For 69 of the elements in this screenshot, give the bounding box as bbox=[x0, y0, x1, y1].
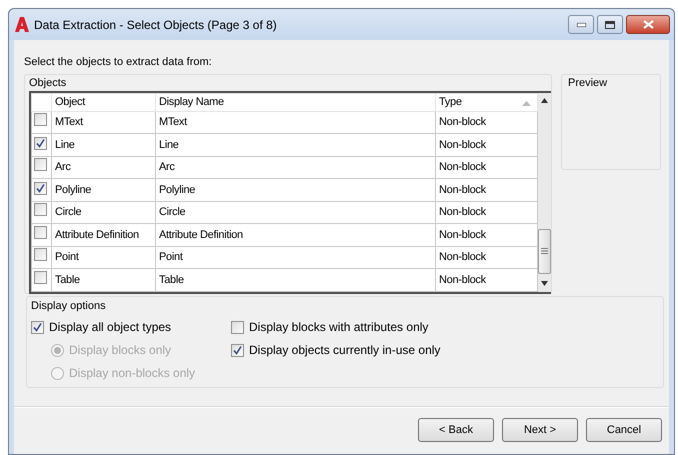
table-cell: Non-block bbox=[436, 156, 538, 178]
column-header[interactable]: Type bbox=[436, 93, 538, 111]
table-cell: Non-block bbox=[436, 224, 538, 246]
instruction-text: Select the objects to extract data from: bbox=[24, 55, 213, 70]
dialog-button[interactable]: < Back bbox=[418, 418, 494, 442]
column-header[interactable]: Object bbox=[52, 93, 156, 111]
checkmark-icon bbox=[33, 322, 42, 332]
group-title: Display options bbox=[30, 300, 107, 314]
option-label: Display all object types bbox=[49, 319, 172, 336]
maximize-button[interactable] bbox=[597, 15, 623, 34]
column-header[interactable]: Display Name bbox=[156, 93, 436, 111]
table-cell: Table bbox=[52, 268, 156, 291]
close-button[interactable] bbox=[626, 15, 670, 34]
table-cell: Polyline bbox=[52, 178, 156, 201]
table-cell: MText bbox=[156, 111, 436, 134]
checkmark-icon bbox=[36, 184, 45, 192]
table-cell: Non-block bbox=[436, 134, 538, 156]
table-cell: Non-block bbox=[436, 201, 538, 224]
table-cell: Point bbox=[52, 246, 156, 268]
table-cell: Non-block bbox=[436, 246, 538, 268]
checkbox[interactable] bbox=[34, 248, 47, 261]
close-icon bbox=[642, 20, 654, 29]
radio-dot-icon bbox=[54, 346, 61, 354]
checkbox[interactable] bbox=[34, 158, 47, 171]
option-label: Display blocks with attributes only bbox=[249, 319, 428, 336]
window-title: Data Extraction - Select Objects (Page 3 of 8) bbox=[34, 16, 278, 34]
checkbox[interactable] bbox=[34, 182, 47, 194]
checkbox[interactable] bbox=[231, 344, 244, 356]
table-cell: Non-block bbox=[436, 111, 538, 134]
table-cell: Arc bbox=[156, 156, 436, 178]
table-cell: Point bbox=[156, 246, 436, 268]
checkbox[interactable] bbox=[34, 226, 47, 238]
checkbox[interactable] bbox=[34, 113, 47, 126]
checkbox[interactable] bbox=[231, 320, 244, 334]
app-logo-icon bbox=[15, 17, 29, 32]
maximize-icon bbox=[605, 20, 615, 28]
option-label: Display blocks only bbox=[69, 342, 172, 359]
scrollbar-thumb[interactable] bbox=[538, 228, 551, 274]
table-cell: Line bbox=[156, 134, 436, 156]
table-cell: Attribute Definition bbox=[52, 224, 156, 246]
option-label: Display objects currently in-use only bbox=[249, 342, 440, 359]
grip-icon bbox=[541, 248, 548, 254]
scrollbar[interactable] bbox=[538, 92, 551, 292]
checkbox[interactable] bbox=[34, 270, 47, 284]
checkbox[interactable] bbox=[34, 203, 47, 216]
sort-ascending-icon bbox=[522, 100, 531, 106]
table-cell: Arc bbox=[52, 156, 156, 178]
group-title: Objects bbox=[28, 76, 68, 90]
scroll-down-icon[interactable] bbox=[541, 280, 548, 286]
table-cell: Polyline bbox=[156, 178, 436, 201]
checkmark-icon bbox=[36, 138, 45, 148]
table-cell: Circle bbox=[156, 201, 436, 224]
table-cell: Line bbox=[52, 134, 156, 156]
table-cell: Non-block bbox=[436, 268, 538, 291]
table-cell: Attribute Definition bbox=[156, 224, 436, 246]
table-cell: MText bbox=[52, 111, 156, 134]
minimize-button[interactable] bbox=[568, 15, 594, 34]
checkmark-icon bbox=[233, 346, 242, 354]
option-label: Display non-blocks only bbox=[69, 365, 196, 382]
table-cell: Non-block bbox=[436, 178, 538, 201]
dialog-button[interactable]: Next > bbox=[502, 418, 578, 442]
checkbox[interactable] bbox=[34, 136, 47, 150]
dialog-button[interactable]: Cancel bbox=[586, 418, 662, 442]
group-title: Preview bbox=[567, 76, 608, 90]
scroll-up-icon[interactable] bbox=[541, 98, 548, 102]
table-cell: Circle bbox=[52, 201, 156, 224]
minimize-icon bbox=[576, 22, 586, 26]
checkbox[interactable] bbox=[31, 320, 44, 334]
table-cell: Table bbox=[156, 268, 436, 291]
